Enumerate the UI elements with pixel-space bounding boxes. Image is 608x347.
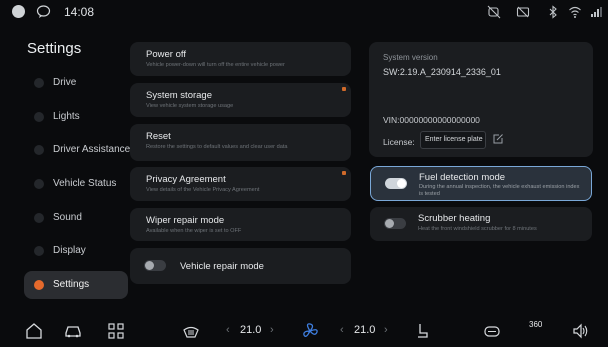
bluetooth-icon	[549, 5, 557, 19]
card-title: System storage	[146, 90, 212, 101]
toggle-knob	[145, 261, 154, 270]
sidebar-item-label: Sound	[53, 212, 82, 223]
card-description: Heat the front windshield scrubber for 8…	[418, 226, 537, 232]
display-icon	[34, 246, 44, 256]
card-title: Power off	[146, 49, 186, 60]
card-description: Restore the settings to default values a…	[146, 144, 288, 150]
system-info-card: System version SW:2.19.A_230914_2336_01 …	[369, 42, 593, 157]
temp-decrease-left[interactable]: ‹	[226, 324, 230, 336]
system-storage-card[interactable]: System storage View vehicle system stora…	[130, 83, 351, 117]
sidebar-item-lights[interactable]: Lights	[24, 103, 128, 131]
vehicle-status-icon	[34, 179, 44, 189]
toggle-knob	[385, 219, 394, 228]
sidebar-item-drive[interactable]: Drive	[24, 69, 128, 97]
drive-icon	[34, 78, 44, 88]
card-description: During the annual inspection, the vehicl…	[419, 184, 580, 197]
vehicle-repair-toggle[interactable]	[144, 260, 166, 271]
sidebar-item-label: Display	[53, 245, 86, 256]
car-icon[interactable]	[64, 322, 82, 340]
card-title: Wiper repair mode	[146, 215, 225, 226]
license-plate-input[interactable]: Enter license plate	[420, 131, 486, 149]
privacy-agreement-card[interactable]: Privacy Agreement View details of the Ve…	[130, 167, 351, 201]
indicator-mark	[342, 87, 346, 91]
sidebar-item-driver-assistance[interactable]: Driver Assistance	[24, 136, 131, 164]
left-temperature: 21.0	[240, 324, 262, 336]
card-title: Reset	[146, 131, 171, 142]
driver-assistance-icon	[34, 145, 44, 155]
sidebar-item-label: Settings	[53, 279, 90, 290]
toggle-knob	[397, 179, 406, 188]
chat-icon[interactable]	[36, 4, 51, 19]
sidebar-item-label: Lights	[53, 111, 80, 122]
version-label: System version	[383, 53, 438, 62]
defrost-icon[interactable]	[182, 322, 200, 340]
seat-icon[interactable]	[413, 322, 431, 340]
card-description: View details of the Vehicle Privacy Agre…	[146, 187, 260, 193]
temp-decrease-right[interactable]: ‹	[340, 324, 344, 336]
card-description: Vehicle power-down will turn off the ent…	[146, 62, 285, 68]
status-bar: 14:08	[0, 0, 608, 24]
vehicle-repair-card: Vehicle repair mode	[130, 248, 351, 284]
sidebar-item-vehicle-status[interactable]: Vehicle Status	[24, 170, 128, 198]
settings-sidebar: Settings Drive Lights Driver Assistance …	[0, 32, 131, 302]
page-title: Settings	[27, 40, 82, 57]
home-icon[interactable]	[25, 322, 43, 340]
temp-increase-right[interactable]: ›	[384, 324, 388, 336]
signal-icon	[591, 7, 602, 17]
clock-time: 14:08	[64, 5, 95, 19]
reset-card[interactable]: Reset Restore the settings to default va…	[130, 124, 351, 161]
camera-off-icon	[487, 5, 501, 19]
sidebar-item-label: Vehicle Status	[53, 178, 117, 189]
card-description: View vehicle system storage usage	[146, 103, 234, 109]
version-value: SW:2.19.A_230914_2336_01	[383, 67, 501, 77]
right-temperature: 21.0	[354, 324, 376, 336]
bottom-dock: ‹ 21.0 › ‹ 21.0 › 360	[0, 314, 608, 347]
screen-off-icon	[516, 6, 530, 18]
sidebar-item-display[interactable]: Display	[24, 237, 128, 265]
card-description: Available when the wiper is set to OFF	[146, 228, 242, 234]
sidebar-item-settings[interactable]: Settings	[24, 271, 128, 299]
license-plate-placeholder: Enter license plate	[425, 136, 483, 143]
wifi-icon	[569, 6, 581, 18]
card-title: Vehicle repair mode	[180, 261, 264, 272]
card-title: Privacy Agreement	[146, 174, 226, 185]
wiper-repair-card[interactable]: Wiper repair mode Available when the wip…	[130, 208, 351, 241]
edit-icon[interactable]	[492, 133, 504, 145]
temp-increase-left[interactable]: ›	[270, 324, 274, 336]
power-off-card[interactable]: Power off Vehicle power-down will turn o…	[130, 42, 351, 76]
scrubber-heating-card: Scrubber heating Heat the front windshie…	[370, 207, 592, 241]
lights-icon	[34, 112, 44, 122]
indicator-mark	[342, 171, 346, 175]
scrubber-heating-toggle[interactable]	[384, 218, 406, 229]
vin-value: VIN:00000000000000000	[383, 115, 480, 125]
card-title: Fuel detection mode	[419, 172, 506, 183]
settings-icon	[34, 280, 44, 290]
apps-icon[interactable]	[107, 322, 125, 340]
sidebar-item-label: Drive	[53, 77, 77, 88]
card-title: Scrubber heating	[418, 213, 491, 224]
sound-icon	[34, 213, 44, 223]
fuel-detection-toggle[interactable]	[385, 178, 407, 189]
rear-defrost-icon[interactable]	[483, 322, 501, 340]
fan-icon[interactable]	[301, 322, 319, 340]
avatar-icon[interactable]	[12, 5, 25, 18]
volume-icon[interactable]	[572, 322, 590, 340]
view-360-button[interactable]: 360	[529, 320, 542, 329]
license-label: License:	[383, 137, 415, 147]
sidebar-item-sound[interactable]: Sound	[24, 204, 128, 232]
sidebar-item-label: Driver Assistance	[53, 144, 131, 155]
fuel-detection-card: Fuel detection mode During the annual in…	[370, 166, 592, 201]
